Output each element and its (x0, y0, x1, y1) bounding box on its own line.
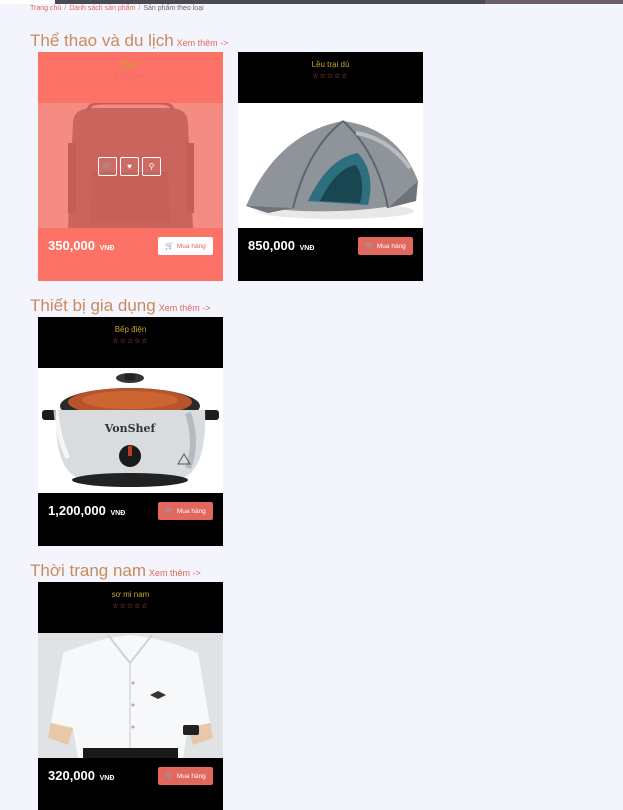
top-bar-segment (55, 0, 485, 4)
product-card-slow-cooker[interactable]: Bếp điện ☆☆☆☆☆ VonShef 1,200,000 VNĐ 🛒 Mu… (38, 317, 223, 546)
product-name[interactable]: sơ mi nam (38, 590, 223, 599)
breadcrumb-separator: / (138, 5, 141, 12)
rating-stars: ☆☆☆☆☆ (112, 73, 149, 80)
product-price: 320,000 VNĐ (48, 768, 114, 783)
breadcrumb-list-link[interactable]: Danh sách sản phẩm (69, 5, 135, 12)
cart-icon[interactable]: 🛒 (98, 157, 117, 176)
buy-button[interactable]: 🛒 Mua hàng (158, 767, 213, 785)
product-card-shirt[interactable]: sơ mi nam ☆☆☆☆☆ 320,000 VNĐ 🛒 Mua hàng (38, 582, 223, 810)
product-image-tent[interactable] (238, 103, 423, 228)
card-footer: 320,000 VNĐ 🛒 Mua hàng (38, 758, 223, 810)
card-footer: 350,000 VNĐ 🛒 Mua hàng (38, 228, 223, 281)
card-header: Balo ☆☆☆☆☆ (38, 52, 223, 103)
card-footer: 850,000 VNĐ 🛒 Mua hàng (238, 228, 423, 281)
product-image-slow-cooker[interactable]: VonShef (38, 368, 223, 493)
breadcrumb-separator: / (64, 5, 67, 12)
price-currency: VNĐ (99, 245, 115, 252)
section-title-mens-fashion: Thời trang nam Xem thêm -> (30, 561, 201, 581)
heart-icon[interactable]: ♥ (120, 157, 139, 176)
buy-button-label: Mua hàng (176, 772, 206, 780)
top-bar (0, 0, 623, 4)
price-value: 320,000 (48, 768, 95, 783)
buy-button-label: Mua hàng (176, 507, 206, 515)
product-image-shirt[interactable] (38, 633, 223, 758)
card-footer: 1,200,000 VNĐ 🛒 Mua hàng (38, 493, 223, 546)
cart-icon: 🛒 (165, 243, 174, 250)
price-value: 350,000 (48, 238, 95, 253)
see-more-link[interactable]: Xem thêm -> (149, 568, 201, 578)
breadcrumb: Trang chủ / Danh sách sản phẩm / Sản phẩm th… (30, 5, 204, 12)
tent-image (238, 103, 423, 228)
see-more-link[interactable]: Xem thêm -> (177, 38, 229, 48)
price-currency: VNĐ (299, 245, 315, 252)
slow-cooker-image: VonShef (38, 368, 223, 493)
product-name[interactable]: Bếp điện (38, 325, 223, 334)
breadcrumb-current: Sản phẩm theo loại (143, 5, 204, 12)
product-card-backpack[interactable]: Balo ☆☆☆☆☆ 🛒 ♥ ⚲ 350,000 VNĐ 🛒 Mua hàng (38, 52, 223, 281)
cart-icon: 🛒 (165, 773, 174, 780)
product-image-backpack[interactable]: 🛒 ♥ ⚲ (38, 103, 223, 228)
buy-button[interactable]: 🛒 Mua hàng (158, 502, 213, 520)
price-value: 850,000 (248, 238, 295, 253)
brand-logo: VonShef (104, 422, 157, 435)
section-title-sports: Thể thao và du lịch Xem thêm -> (30, 31, 228, 51)
product-price: 1,200,000 VNĐ (48, 503, 125, 518)
cart-icon: 🛒 (365, 243, 374, 250)
section-title-text: Thể thao và du lịch (30, 31, 174, 50)
product-name[interactable]: Lều trại dù (238, 60, 423, 69)
section-title-home-appliances: Thiết bị gia dụng Xem thêm -> (30, 296, 210, 316)
buy-button[interactable]: 🛒 Mua hàng (158, 237, 213, 255)
see-more-link[interactable]: Xem thêm -> (159, 303, 211, 313)
product-card-tent[interactable]: Lều trại dù ☆☆☆☆☆ 850,000 VNĐ 🛒 Mua hàng (238, 52, 423, 281)
card-header: Lều trại dù ☆☆☆☆☆ (238, 52, 423, 103)
product-price: 350,000 VNĐ (48, 238, 114, 253)
breadcrumb-home-link[interactable]: Trang chủ (30, 5, 61, 12)
buy-button-label: Mua hàng (176, 242, 206, 250)
top-bar-segment (485, 0, 623, 4)
product-name[interactable]: Balo (38, 60, 223, 69)
rating-stars: ☆☆☆☆☆ (312, 73, 349, 80)
section-title-text: Thời trang nam (30, 561, 147, 580)
cart-icon: 🛒 (165, 508, 174, 515)
card-header: sơ mi nam ☆☆☆☆☆ (38, 582, 223, 633)
buy-button[interactable]: 🛒 Mua hàng (358, 237, 413, 255)
shirt-image (38, 633, 223, 758)
product-price: 850,000 VNĐ (248, 238, 314, 253)
price-currency: VNĐ (110, 510, 126, 517)
buy-button-label: Mua hàng (376, 242, 406, 250)
card-header: Bếp điện ☆☆☆☆☆ (38, 317, 223, 368)
rating-stars: ☆☆☆☆☆ (112, 338, 149, 345)
search-icon[interactable]: ⚲ (142, 157, 161, 176)
section-title-text: Thiết bị gia dụng (30, 296, 156, 315)
price-currency: VNĐ (99, 775, 115, 782)
rating-stars: ☆☆☆☆☆ (112, 603, 149, 610)
price-value: 1,200,000 (48, 503, 106, 518)
card-actions: 🛒 ♥ ⚲ (98, 157, 161, 176)
